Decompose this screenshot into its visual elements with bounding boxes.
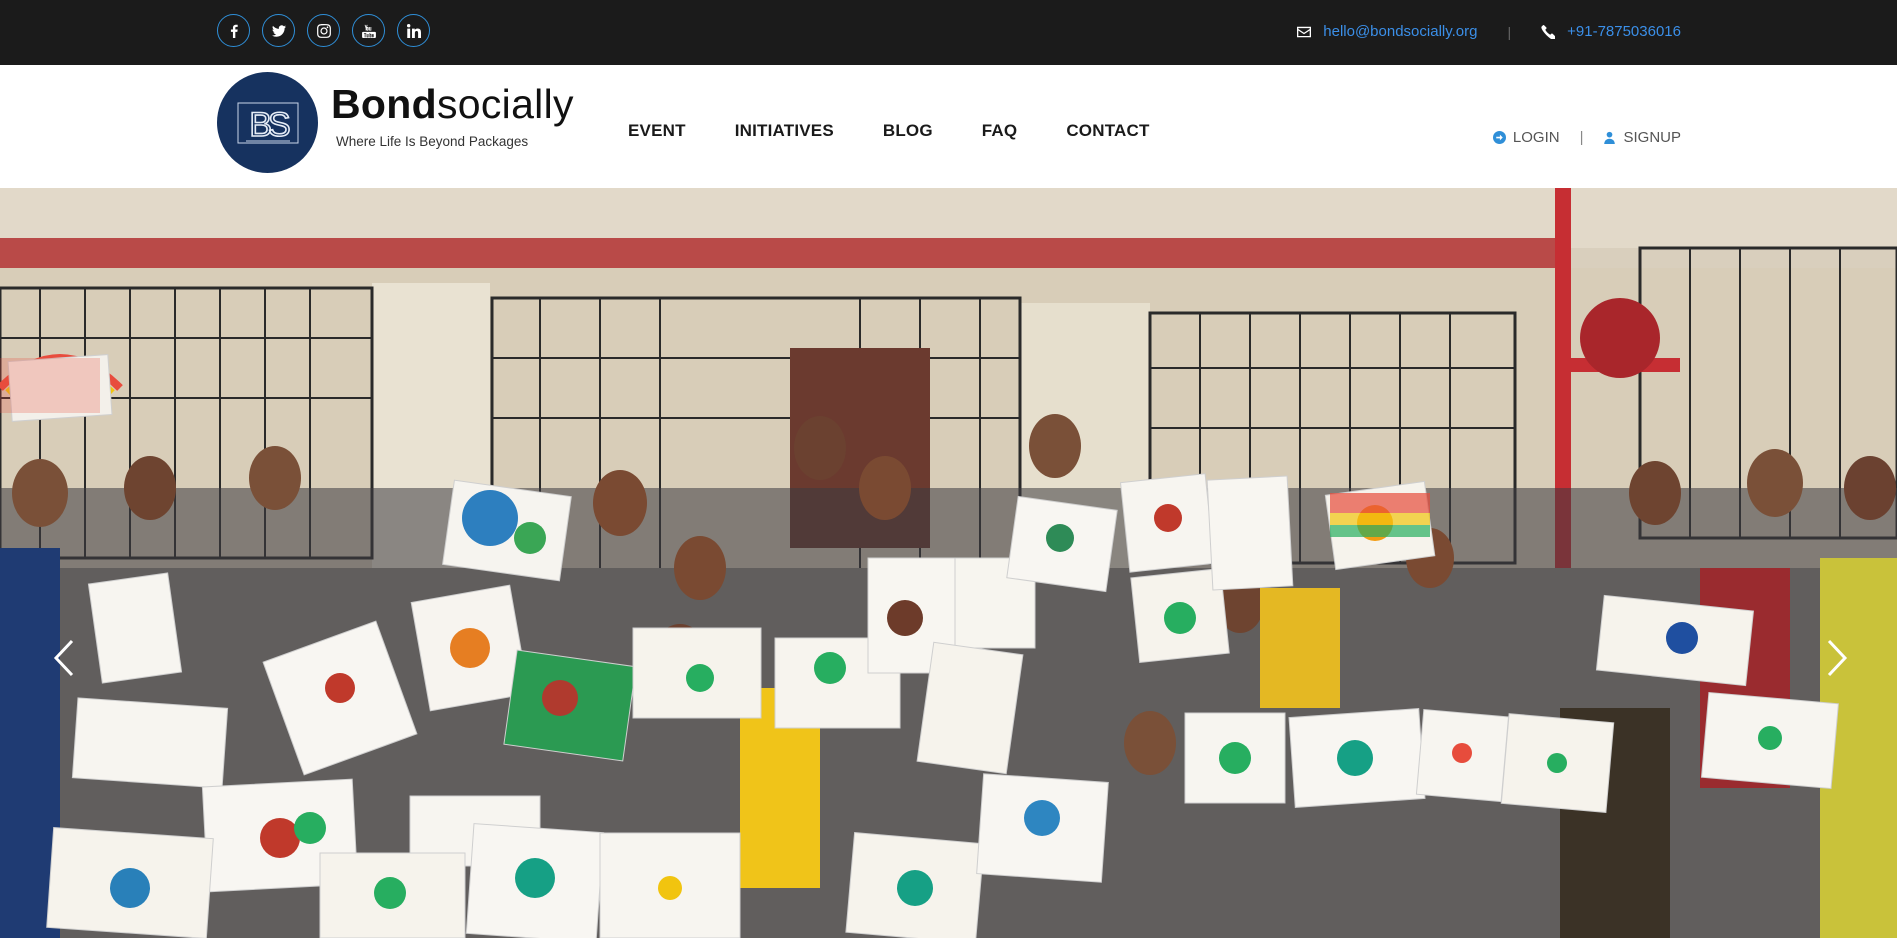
facebook-link[interactable]	[217, 14, 250, 47]
logo-emblem: BS	[217, 72, 318, 173]
auth-links: LOGIN | SIGNUP	[1492, 129, 1681, 146]
bs-monogram-icon: BS	[237, 102, 298, 144]
nav-contact[interactable]: CONTACT	[1066, 121, 1149, 141]
svg-text:BS: BS	[249, 106, 290, 144]
facebook-icon	[230, 24, 238, 38]
brand-bold: Bond	[331, 81, 437, 127]
slider-prev-button[interactable]	[44, 628, 84, 688]
login-arrow-icon	[1492, 131, 1506, 144]
brand-tagline: Where Life Is Beyond Packages	[336, 134, 529, 149]
email-link[interactable]: hello@bondsocially.org	[1297, 23, 1477, 40]
envelope-icon	[1297, 26, 1312, 37]
nav-faq[interactable]: FAQ	[982, 121, 1018, 141]
hero-slider	[0, 188, 1897, 938]
youtube-link[interactable]	[352, 14, 385, 47]
twitter-icon	[271, 24, 286, 37]
signup-label: SIGNUP	[1623, 129, 1681, 146]
brand-light: socially	[436, 81, 574, 127]
main-nav: EVENT INITIATIVES BLOG FAQ CONTACT	[628, 121, 1150, 141]
phone-text: +91-7875036016	[1567, 23, 1681, 40]
slider-next-button[interactable]	[1817, 628, 1857, 688]
nav-event[interactable]: EVENT	[628, 121, 686, 141]
instagram-icon	[316, 23, 331, 38]
auth-divider: |	[1579, 129, 1584, 146]
chevron-left-icon	[53, 639, 74, 677]
linkedin-link[interactable]	[397, 14, 430, 47]
login-label: LOGIN	[1512, 129, 1560, 146]
linkedin-icon	[406, 23, 421, 38]
signup-link[interactable]: SIGNUP	[1603, 129, 1681, 146]
contact-info: hello@bondsocially.org | +91-7875036016	[1297, 23, 1681, 40]
nav-initiatives[interactable]: INITIATIVES	[735, 121, 834, 141]
user-icon	[1604, 131, 1616, 144]
chevron-right-icon	[1827, 639, 1848, 677]
brand-name: Bondsocially	[331, 84, 574, 125]
social-links	[217, 14, 430, 47]
instagram-link[interactable]	[307, 14, 340, 47]
main-header: BS Bondsocially Where Life Is Beyond Pac…	[0, 65, 1897, 188]
youtube-icon	[361, 24, 376, 38]
contact-divider: |	[1507, 23, 1512, 40]
login-link[interactable]: LOGIN	[1492, 129, 1560, 146]
nav-blog[interactable]: BLOG	[883, 121, 933, 141]
logo-text: Bondsocially Where Life Is Beyond Packag…	[331, 84, 574, 150]
hero-photo	[0, 188, 1897, 938]
top-bar: hello@bondsocially.org | +91-7875036016	[0, 0, 1897, 65]
site-logo[interactable]: BS Bondsocially Where Life Is Beyond Pac…	[217, 72, 574, 173]
phone-icon	[1541, 24, 1556, 39]
twitter-link[interactable]	[262, 14, 295, 47]
email-text: hello@bondsocially.org	[1323, 23, 1478, 40]
phone-link[interactable]: +91-7875036016	[1541, 23, 1681, 40]
